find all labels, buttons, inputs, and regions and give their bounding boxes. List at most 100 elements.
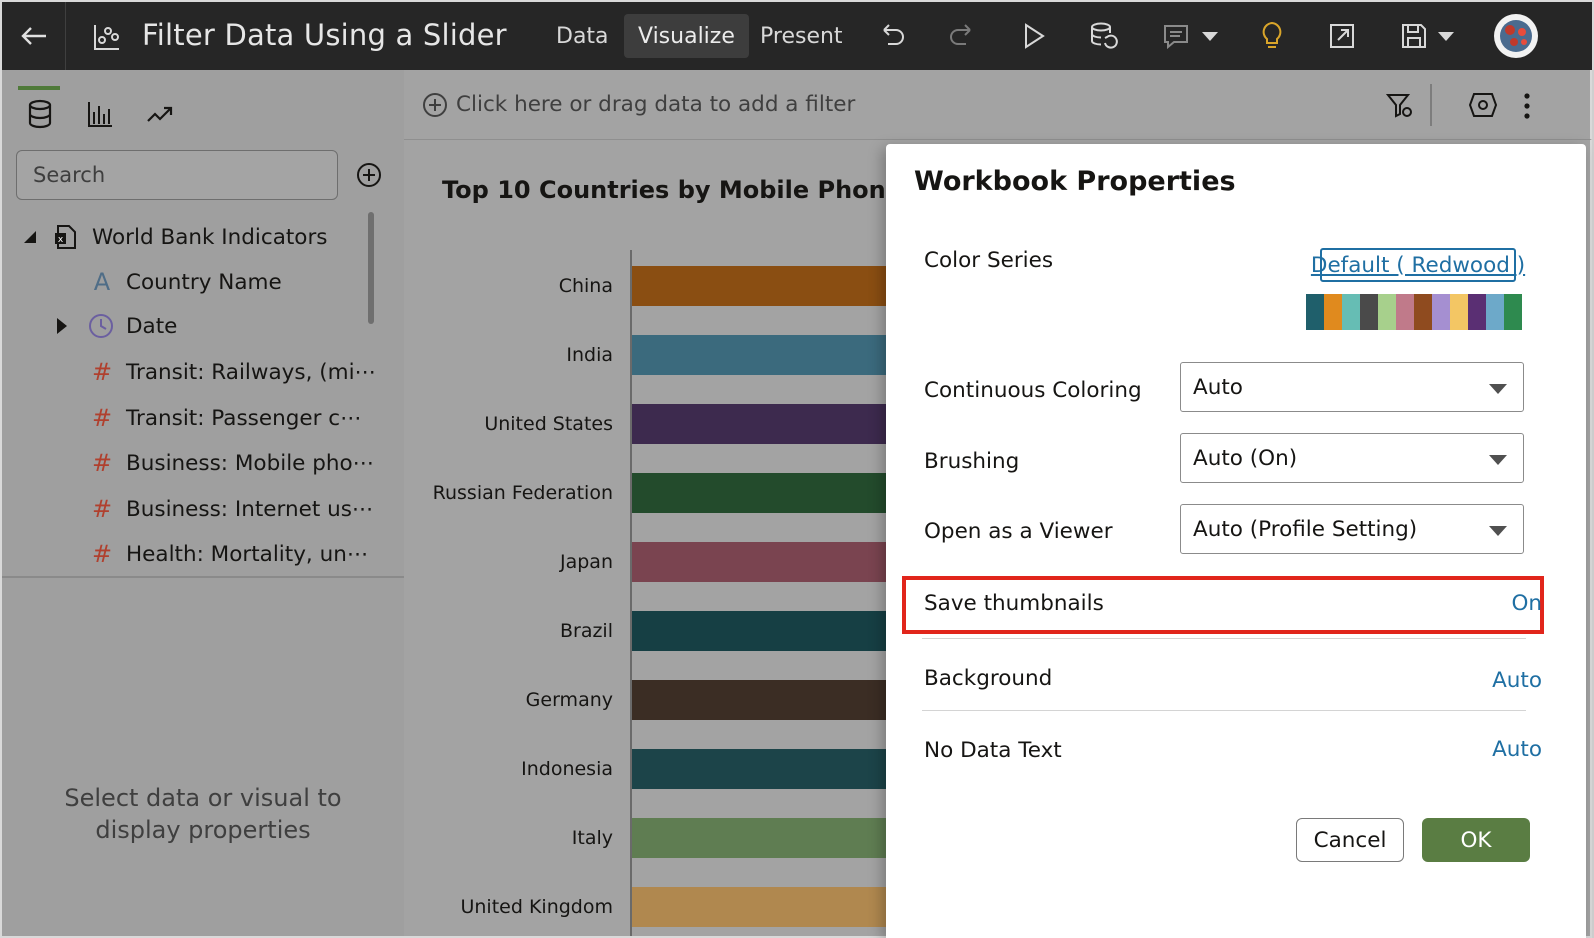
data-tab-database-icon[interactable]	[18, 92, 62, 136]
category-label: Italy	[572, 827, 613, 849]
chevron-down-icon	[1489, 526, 1507, 536]
save-dropdown-chevron-down-icon[interactable]	[1428, 18, 1464, 54]
no-data-text-label: No Data Text	[924, 738, 1062, 763]
search-input[interactable]: Search	[16, 150, 338, 200]
tree-item-measure[interactable]: # Health: Mortality, un⋯	[88, 540, 368, 568]
comment-dropdown-chevron-down-icon[interactable]	[1192, 18, 1228, 54]
insights-lightbulb-icon[interactable]	[1254, 18, 1290, 54]
color-series-link[interactable]: Default ( Redwood )	[1311, 248, 1525, 282]
filter-bar-separator	[1430, 84, 1432, 126]
tree-item-measure[interactable]: # Business: Internet us⋯	[88, 495, 373, 523]
refresh-data-icon[interactable]	[1086, 18, 1122, 54]
export-icon[interactable]	[1324, 18, 1360, 54]
brushing-select[interactable]: Auto (On)	[1180, 433, 1524, 483]
preview-play-icon[interactable]	[1016, 18, 1052, 54]
tree-item-label: Transit: Railways, (mi⋯	[126, 359, 377, 385]
color-series-swatches[interactable]	[1306, 294, 1522, 330]
category-label: Germany	[526, 689, 613, 711]
category-label: Brazil	[560, 620, 613, 642]
clock-icon	[89, 314, 113, 338]
color-swatch	[1342, 294, 1360, 330]
color-swatch	[1324, 294, 1342, 330]
color-swatch	[1486, 294, 1504, 330]
filter-hint-text: Click here or drag data to add a filter	[456, 92, 856, 117]
color-series-label: Color Series	[924, 248, 1054, 273]
tab-visualize[interactable]: Visualize	[624, 14, 749, 58]
select-value: Auto (Profile Setting)	[1193, 516, 1418, 542]
chevron-down-icon	[1489, 384, 1507, 394]
visualizations-tab-bar-chart-icon[interactable]	[78, 92, 122, 136]
save-thumbnails-value[interactable]: On	[1511, 591, 1542, 616]
workbook-title: Filter Data Using a Slider	[142, 18, 507, 52]
measure-hash-icon: #	[91, 358, 113, 386]
color-swatch	[1360, 294, 1378, 330]
open-as-viewer-select[interactable]: Auto (Profile Setting)	[1180, 504, 1524, 554]
tree-item-country-name[interactable]: A Country Name	[88, 268, 282, 296]
redo-icon[interactable]	[944, 18, 980, 54]
tree-item-label: Business: Mobile pho⋯	[126, 450, 375, 476]
divider	[922, 638, 1526, 639]
measure-hash-icon: #	[91, 404, 113, 432]
add-data-plus-icon[interactable]	[356, 162, 382, 192]
analytics-tab-trend-icon[interactable]	[138, 92, 182, 136]
tab-data[interactable]: Data	[542, 14, 623, 58]
tree-item-date[interactable]: Date	[56, 313, 177, 339]
top-bar: Filter Data Using a Slider Data Visualiz…	[0, 0, 1594, 70]
properties-empty-hint: Select data or visual to display propert…	[64, 784, 342, 844]
cancel-button[interactable]: Cancel	[1296, 818, 1404, 862]
no-data-text-value[interactable]: Auto	[1492, 737, 1542, 762]
tree-item-label: Country Name	[126, 269, 282, 295]
more-options-kebab-icon[interactable]	[1522, 92, 1532, 120]
back-arrow-icon	[20, 27, 46, 45]
attribute-a-icon: A	[93, 268, 111, 296]
panel-divider[interactable]	[2, 576, 404, 578]
filter-settings-icon[interactable]	[1386, 92, 1414, 120]
select-value: Auto (On)	[1193, 445, 1298, 471]
save-icon[interactable]	[1396, 18, 1432, 54]
tab-present[interactable]: Present	[746, 14, 857, 58]
color-swatch	[1396, 294, 1414, 330]
color-swatch	[1306, 294, 1324, 330]
category-label: China	[559, 275, 613, 297]
filter-bar[interactable]: Click here or drag data to add a filter	[404, 70, 1592, 140]
tree-item-measure[interactable]: # Transit: Railways, (mi⋯	[88, 358, 376, 386]
continuous-coloring-select[interactable]: Auto	[1180, 362, 1524, 412]
collapse-triangle-icon	[24, 231, 36, 243]
measure-hash-icon: #	[91, 540, 113, 568]
color-swatch	[1504, 294, 1522, 330]
category-label: Indonesia	[521, 758, 613, 780]
add-filter-plus-icon[interactable]	[422, 92, 448, 118]
avatar-logo-icon	[1500, 20, 1532, 52]
data-panel: Search x World Bank Indicators A Country…	[0, 70, 404, 938]
canvas-settings-gear-icon[interactable]	[1468, 90, 1498, 120]
color-swatch	[1414, 294, 1432, 330]
expand-triangle-icon	[57, 318, 67, 334]
category-label: United States	[484, 413, 613, 435]
chevron-down-icon	[1489, 455, 1507, 465]
background-label: Background	[924, 666, 1053, 691]
undo-icon[interactable]	[874, 18, 910, 54]
scatter-chart-icon	[92, 22, 122, 56]
comment-icon[interactable]	[1158, 18, 1194, 54]
color-swatch	[1450, 294, 1468, 330]
tree-item-label: Health: Mortality, un⋯	[126, 541, 369, 567]
ok-button[interactable]: OK	[1422, 818, 1530, 862]
color-swatch	[1468, 294, 1486, 330]
category-label: India	[566, 344, 613, 366]
tree-item-measure[interactable]: # Transit: Passenger c⋯	[88, 404, 362, 432]
back-button[interactable]	[2, 2, 66, 70]
tree-scrollbar[interactable]	[368, 212, 374, 324]
tree-item-label: World Bank Indicators	[92, 224, 328, 250]
save-thumbnails-label: Save thumbnails	[924, 591, 1104, 616]
tree-item-measure[interactable]: # Business: Mobile pho⋯	[88, 449, 374, 477]
user-avatar[interactable]	[1494, 14, 1538, 58]
color-swatch	[1378, 294, 1396, 330]
search-placeholder: Search	[33, 163, 106, 187]
measure-hash-icon: #	[91, 449, 113, 477]
color-swatch	[1432, 294, 1450, 330]
active-tab-indicator	[18, 86, 60, 90]
background-value[interactable]: Auto	[1492, 668, 1542, 693]
svg-text:x: x	[58, 235, 64, 245]
tree-item-datasource[interactable]: x World Bank Indicators	[22, 224, 328, 250]
panel-tabs	[2, 70, 406, 140]
